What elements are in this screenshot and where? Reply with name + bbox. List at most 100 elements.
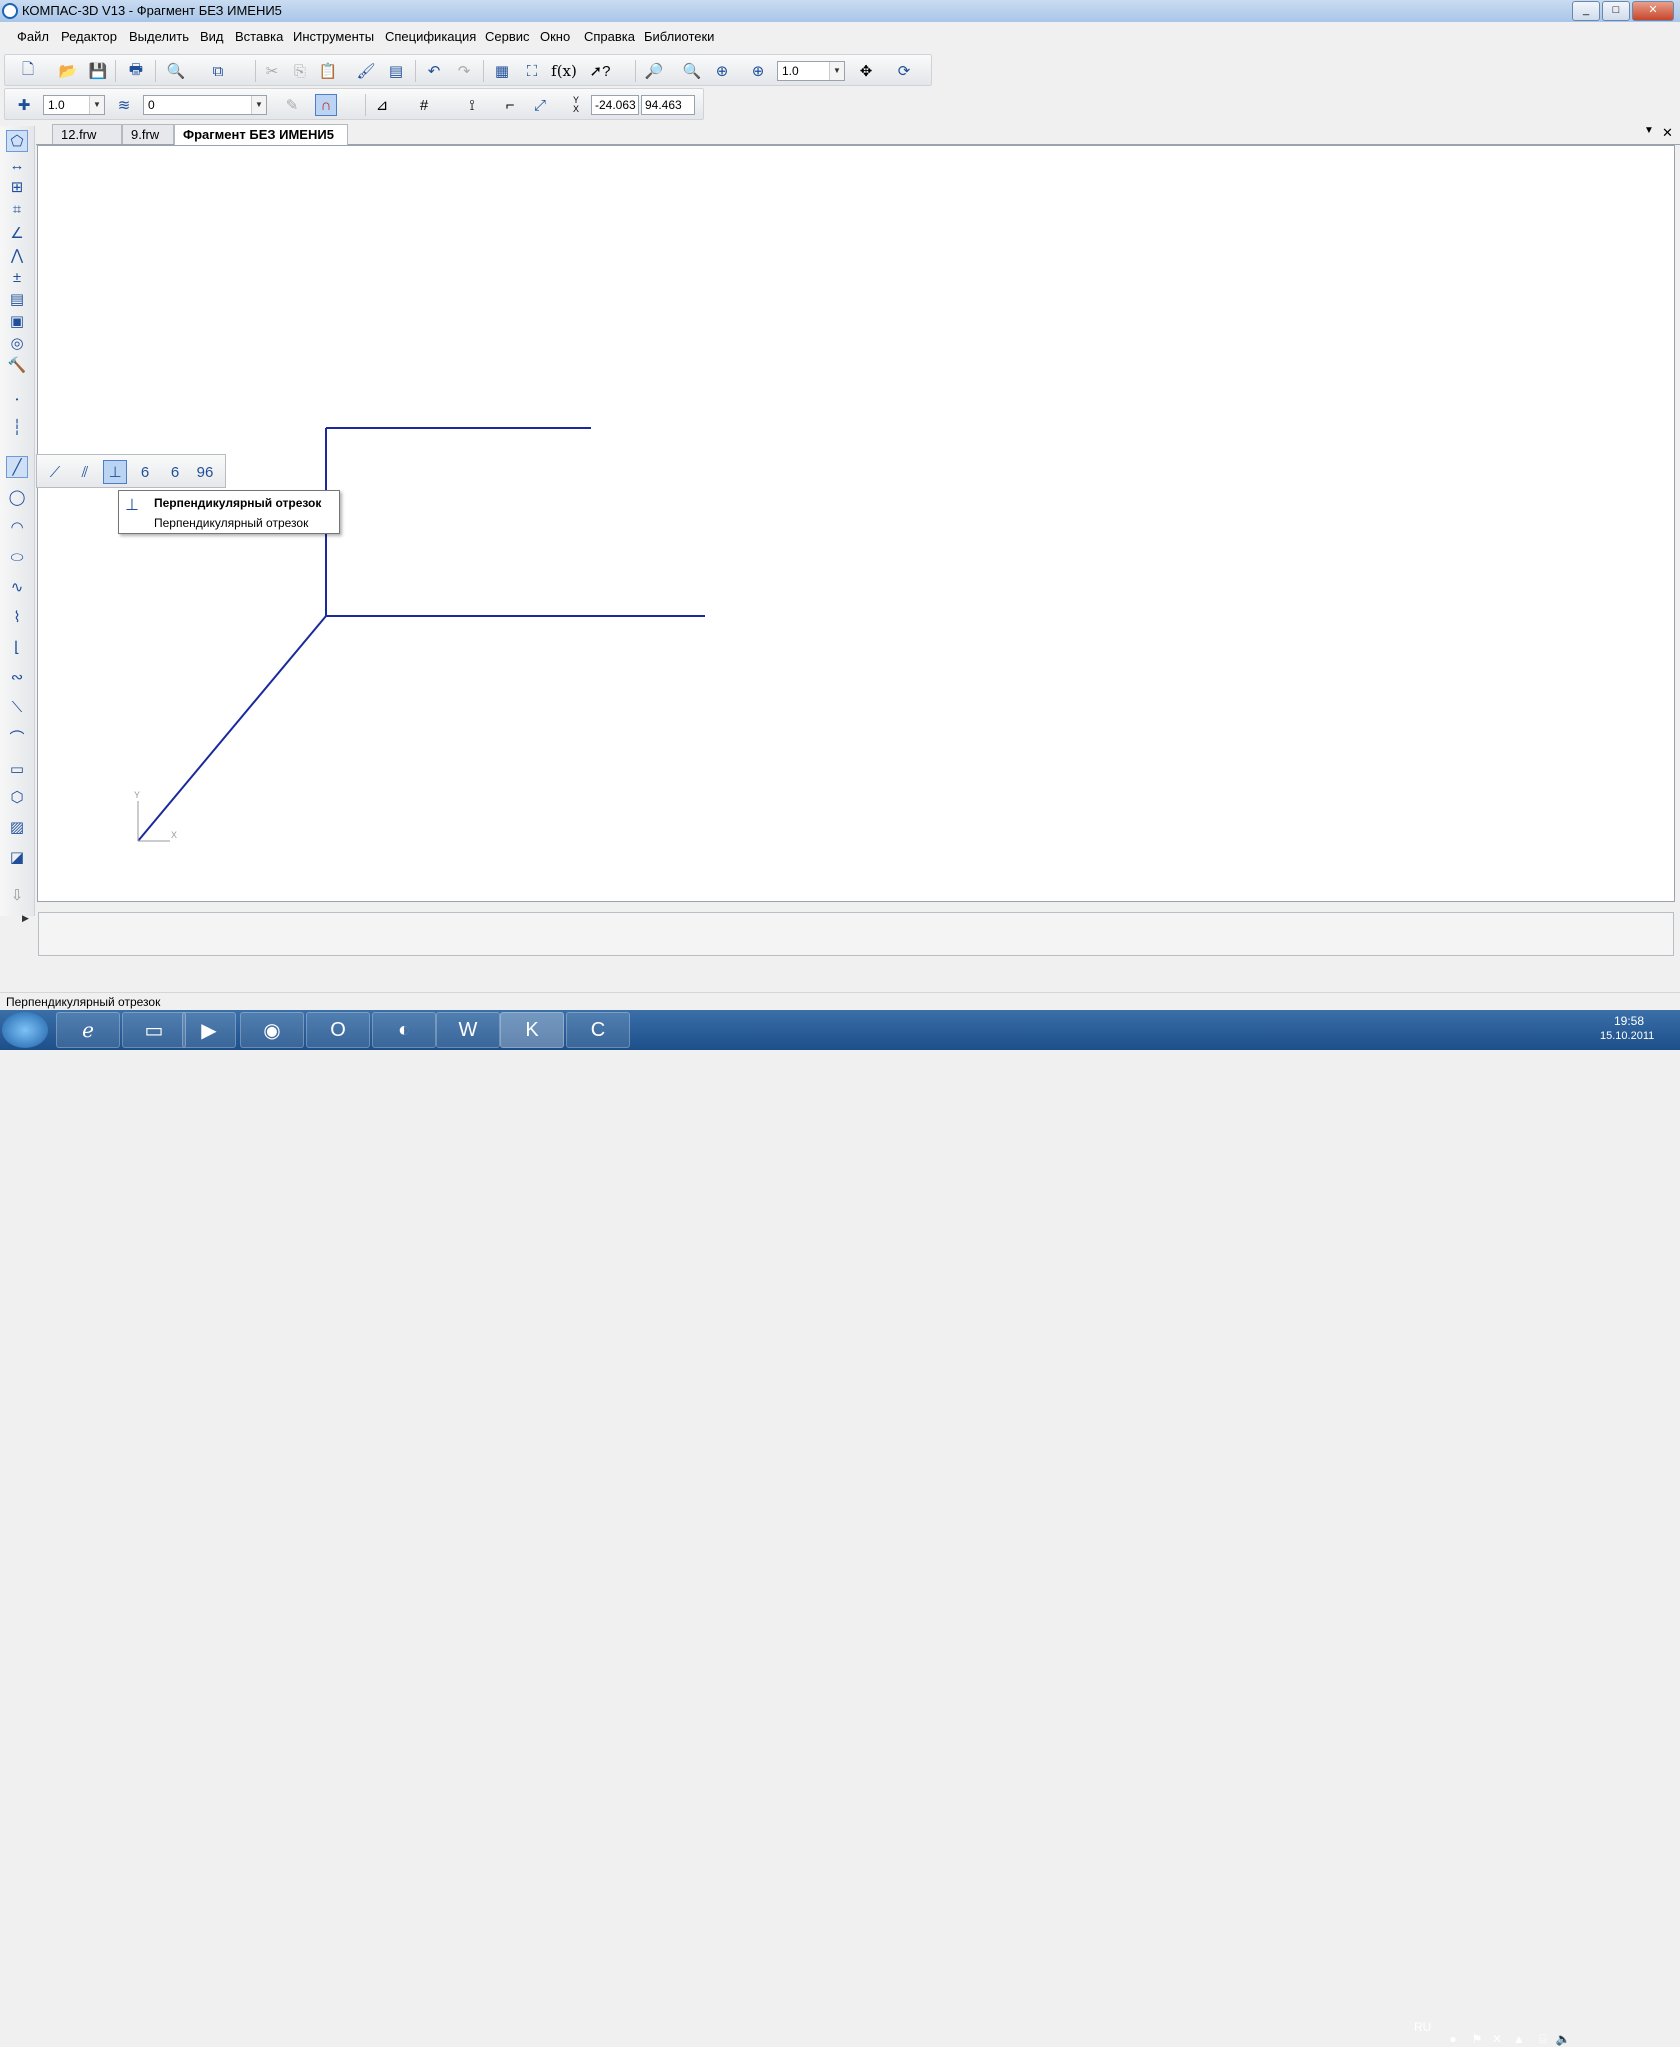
ie-icon[interactable]: ℯ <box>56 1012 120 1048</box>
ortho-mode-icon[interactable]: ⌐ <box>499 94 521 116</box>
report-panel-icon[interactable]: ▣ <box>6 310 28 332</box>
segment-tool-icon[interactable]: ╱ <box>6 456 28 478</box>
menu-file[interactable]: Файл <box>17 29 49 44</box>
editing-panel-icon[interactable]: ⌗ <box>6 198 28 220</box>
refresh-icon[interactable]: ⟳ <box>893 60 915 82</box>
menu-window[interactable]: Окно <box>540 29 570 44</box>
print-icon[interactable]: 🖶 <box>125 60 147 82</box>
menu-libraries[interactable]: Библиотеки <box>644 29 714 44</box>
kompas-task-icon[interactable]: K <box>500 1012 564 1048</box>
segment-icon[interactable]: ⟋ <box>43 460 67 484</box>
notation-panel-icon[interactable]: ⊞ <box>6 176 28 198</box>
arc-tool-icon[interactable]: ◠ <box>6 516 28 538</box>
more-tools-icon[interactable]: ⇩ <box>6 884 28 906</box>
chevron-down-icon[interactable]: ▼ <box>89 96 104 114</box>
zoom-region-icon[interactable]: 🔍 <box>681 60 703 82</box>
chamfer-tool-icon[interactable]: ⟍ <box>6 696 28 718</box>
select-panel-icon[interactable]: ± <box>6 266 28 288</box>
tab-9-frw[interactable]: 9.frw <box>122 124 174 144</box>
layer-combo[interactable]: 0 ▼ <box>143 95 267 115</box>
clock-date[interactable]: 15.10.2011 <box>1600 1030 1654 1042</box>
firefox-icon[interactable]: ◐ <box>372 1012 436 1048</box>
volume-icon[interactable]: 🔈 <box>1556 2032 1571 2046</box>
undo-icon[interactable]: ↶ <box>423 60 445 82</box>
grid-icon[interactable]: # <box>413 94 435 116</box>
dimensions-panel-icon[interactable]: ↔ <box>6 154 28 176</box>
step-combo[interactable]: 1.0 ▼ <box>43 95 105 115</box>
parallel-segment-icon[interactable]: ⫽ <box>73 460 97 484</box>
properties-icon[interactable]: ▤ <box>385 60 407 82</box>
chevron-down-icon[interactable]: ▼ <box>829 62 844 80</box>
parametrization-panel-icon[interactable]: ∠ <box>6 222 28 244</box>
ortho-icon[interactable]: ⊿ <box>371 94 393 116</box>
style-brush-icon[interactable]: ✎ <box>281 94 303 116</box>
menu-edit[interactable]: Редактор <box>61 29 117 44</box>
start-button[interactable] <box>2 1012 48 1048</box>
close-tab-icon[interactable]: ✕ <box>1662 125 1673 141</box>
zoom-combo[interactable]: 1.0 ▼ <box>777 61 845 81</box>
fragment-panel-icon[interactable]: 🔨 <box>6 354 28 376</box>
save-icon[interactable]: 💾 <box>87 60 109 82</box>
circle-tool-icon[interactable]: ◯ <box>6 486 28 508</box>
perpendicular-segment-icon[interactable]: ⊥ <box>103 460 127 484</box>
spline-tool-icon[interactable]: ∿ <box>6 576 28 598</box>
flag-icon[interactable]: ⚑ <box>1470 2032 1484 2046</box>
pan-icon[interactable]: ✥ <box>855 60 877 82</box>
snap-magnet-icon[interactable]: ∩ <box>315 94 337 116</box>
menu-tools[interactable]: Инструменты <box>293 29 374 44</box>
tangent-segment-point-icon[interactable]: 6 <box>163 460 187 484</box>
tray-app-icon[interactable]: ● <box>1446 2032 1460 2046</box>
context-help-icon[interactable]: ➚? <box>589 60 611 82</box>
media-player-icon[interactable]: ▶ <box>182 1012 236 1048</box>
minimize-button[interactable]: _ <box>1572 1 1600 21</box>
tangent-segment-icon[interactable]: 6 <box>133 460 157 484</box>
app-task-icon[interactable]: C <box>566 1012 630 1048</box>
print-preview-icon[interactable]: 🔍 <box>165 60 187 82</box>
ellipse-tool-icon[interactable]: ⬭ <box>6 546 28 568</box>
round-coords-icon[interactable]: ⤢ <box>529 94 551 116</box>
point-tool-icon[interactable]: • <box>6 388 28 410</box>
cursor-x-field[interactable]: -24.063 <box>591 95 639 115</box>
clock-time[interactable]: 19:58 <box>1614 1014 1644 1028</box>
tabs-menu-icon[interactable]: ▼ <box>1644 125 1654 136</box>
opera-icon[interactable]: O <box>306 1012 370 1048</box>
variables-icon[interactable]: ⛶ <box>521 60 543 82</box>
menu-insert[interactable]: Вставка <box>235 29 283 44</box>
menu-service[interactable]: Сервис <box>485 29 530 44</box>
nurbs-tool-icon[interactable]: ⌇ <box>6 606 28 628</box>
panel-expand-icon[interactable]: ▶ <box>22 913 29 924</box>
bezier-tool-icon[interactable]: ∾ <box>6 666 28 688</box>
language-indicator[interactable]: RU <box>1414 2020 1431 2034</box>
polyline-tool-icon[interactable]: ⌊ <box>6 636 28 658</box>
rectangle-tool-icon[interactable]: ▭ <box>6 758 28 780</box>
fill-tool-icon[interactable]: ◪ <box>6 846 28 868</box>
auxiliary-line-tool-icon[interactable]: ┆ <box>6 416 28 438</box>
tangent-two-curves-icon[interactable]: 96 <box>193 460 217 484</box>
function-icon[interactable]: f(x) <box>551 60 577 82</box>
cut-icon[interactable]: ✂ <box>261 60 283 82</box>
tree-icon[interactable]: ▦ <box>491 60 513 82</box>
layers-icon[interactable]: ≋ <box>113 94 135 116</box>
redo-icon[interactable]: ↷ <box>453 60 475 82</box>
hatch-tool-icon[interactable]: ▨ <box>6 816 28 838</box>
menu-specification[interactable]: Спецификация <box>385 29 476 44</box>
chrome-icon[interactable]: ◉ <box>240 1012 304 1048</box>
new-document-icon[interactable]: 🗋 <box>17 60 39 82</box>
menu-select[interactable]: Выделить <box>129 29 189 44</box>
chevron-down-icon[interactable]: ▼ <box>251 96 266 114</box>
menu-help[interactable]: Справка <box>584 29 635 44</box>
menu-view[interactable]: Вид <box>200 29 224 44</box>
paste-icon[interactable]: 📋 <box>317 60 339 82</box>
tab-fragment-5[interactable]: Фрагмент БЕЗ ИМЕНИ5 <box>174 124 348 145</box>
cursor-y-field[interactable]: 94.463 <box>641 95 695 115</box>
open-folder-icon[interactable]: 📂 <box>57 60 79 82</box>
fillet-tool-icon[interactable]: ⌒ <box>6 726 28 748</box>
copy-icon[interactable]: ⎘ <box>289 60 311 82</box>
manager-icon[interactable]: ⧉ <box>207 60 229 82</box>
format-painter-icon[interactable]: 🖌 <box>355 60 377 82</box>
zoom-window-icon[interactable]: 🔎 <box>643 60 665 82</box>
polygon-tool-icon[interactable]: ⬡ <box>6 786 28 808</box>
measure-panel-icon[interactable]: ⋀ <box>6 244 28 266</box>
explorer-icon[interactable]: ▭ <box>122 1012 186 1048</box>
zoom-dynamic-icon[interactable]: ⊕ <box>711 60 733 82</box>
